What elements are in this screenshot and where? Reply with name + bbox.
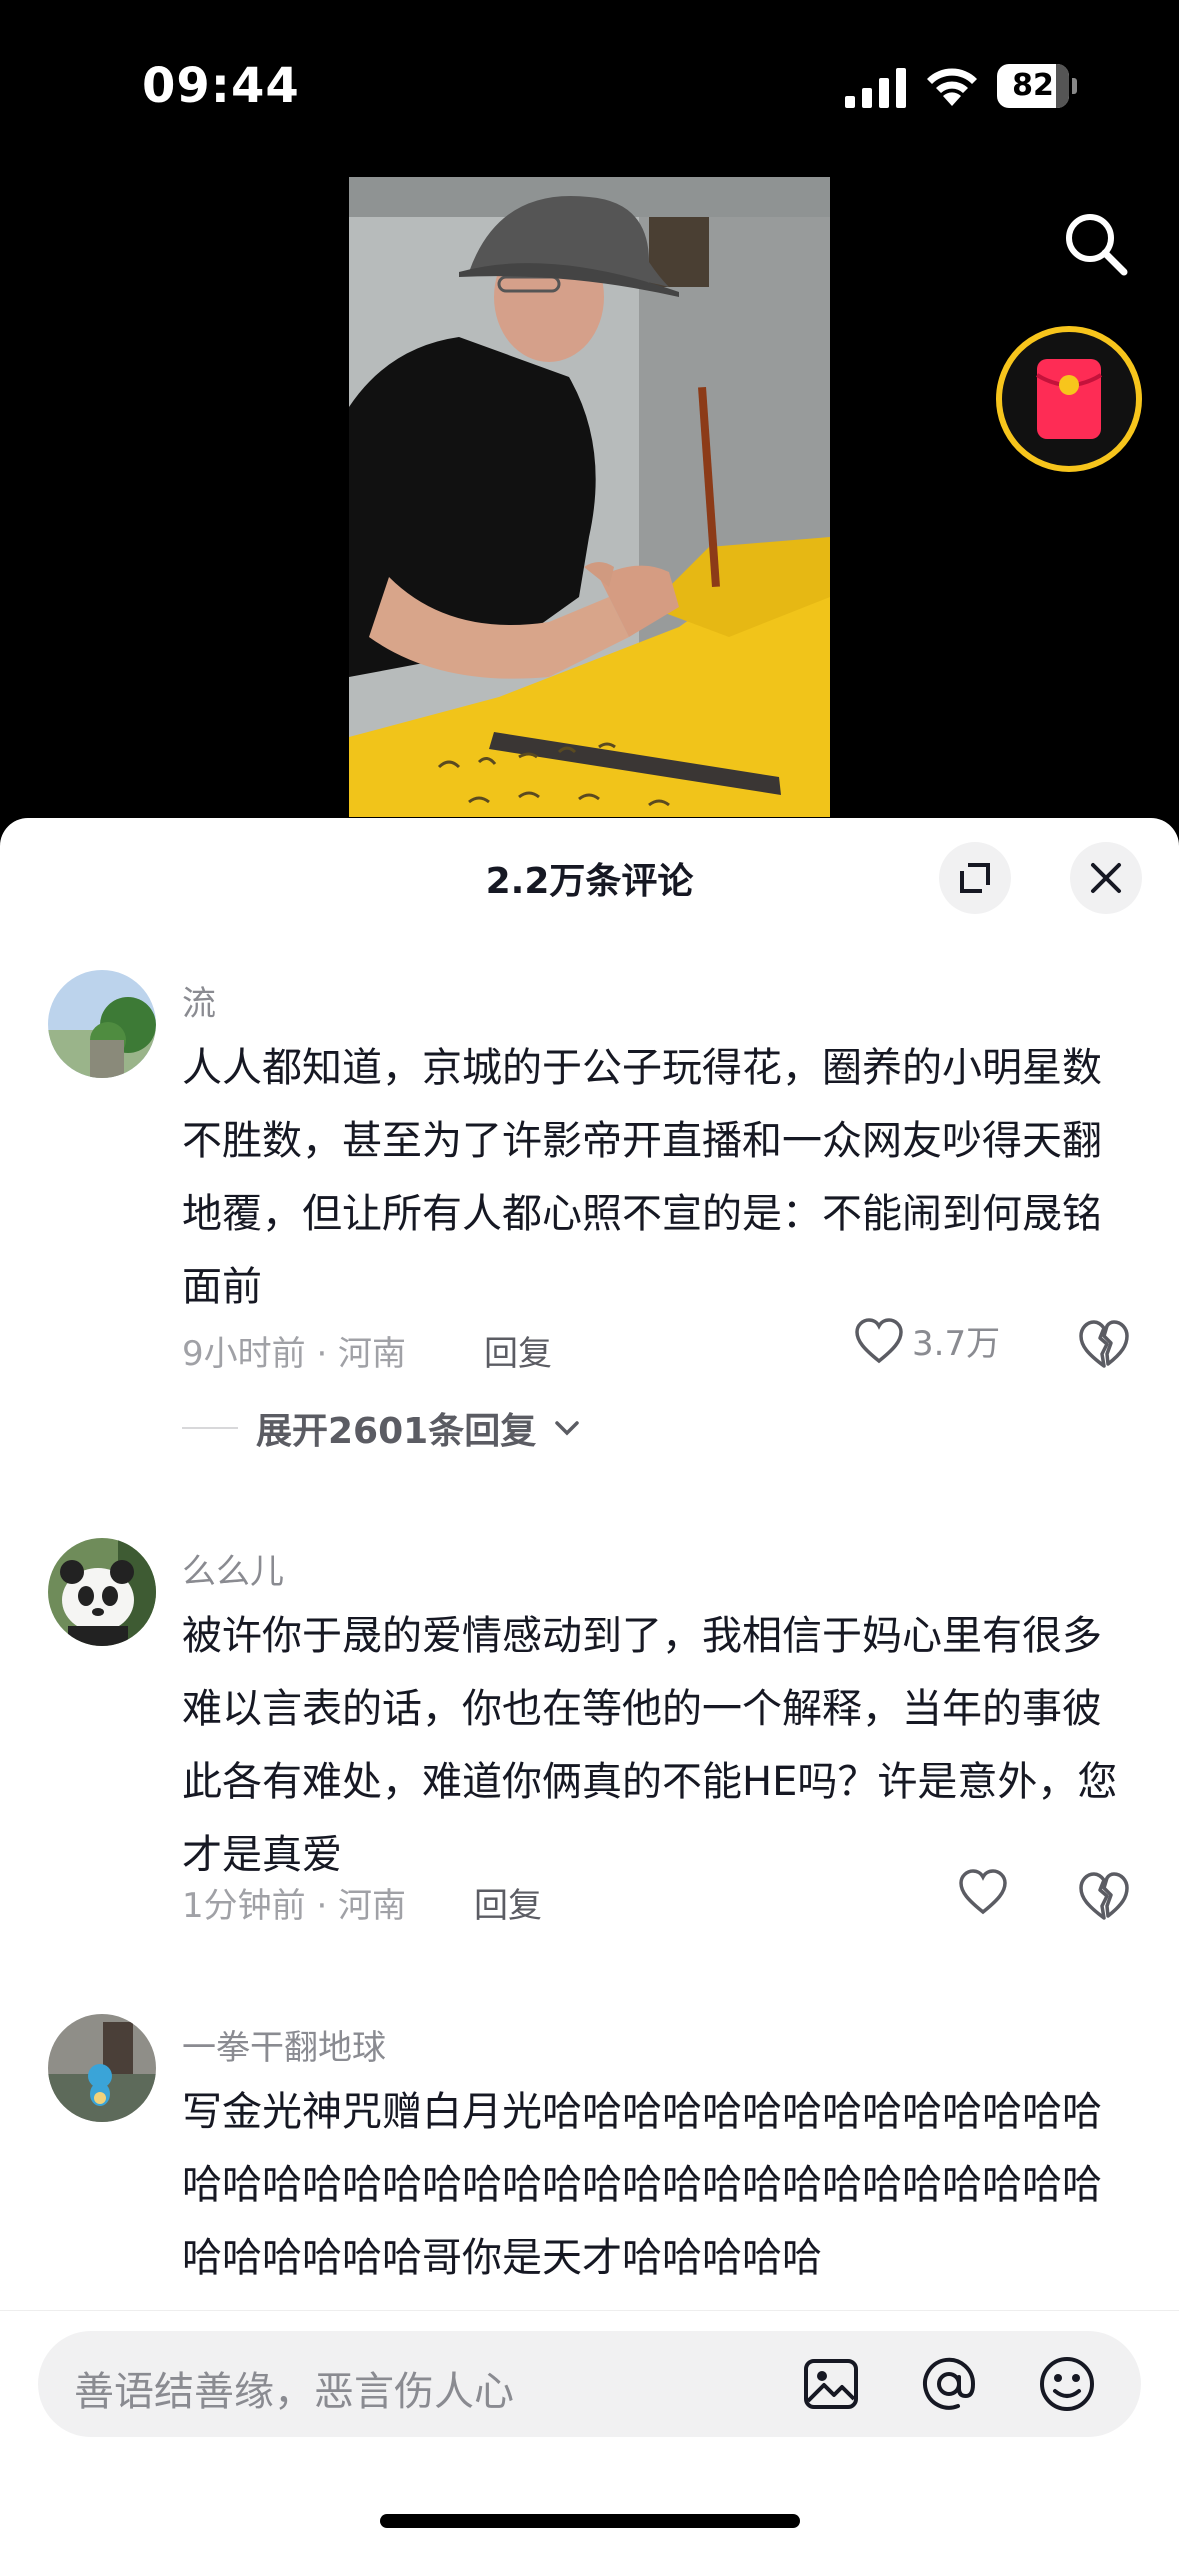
cellular-signal-icon xyxy=(845,68,906,108)
like-button[interactable]: 3.7万 xyxy=(854,1316,1000,1365)
expand-replies-label: 展开2601条回复 xyxy=(256,1411,537,1452)
fullscreen-button[interactable] xyxy=(939,842,1011,914)
comment-author[interactable]: 么么儿 xyxy=(182,1544,284,1593)
broken-heart-icon[interactable] xyxy=(1076,1868,1132,1924)
expand-icon xyxy=(960,863,990,893)
close-button[interactable] xyxy=(1070,842,1142,914)
avatar-image xyxy=(48,970,156,1078)
comment-text: 被许你于晟的爱情感动到了，我相信于妈心里有很多难以言表的话，你也在等他的一个解释… xyxy=(182,1613,1118,1878)
video-image xyxy=(349,177,830,817)
heart-icon xyxy=(959,1869,1007,1915)
avatar-image xyxy=(48,2014,156,2122)
reply-button[interactable]: 回复 xyxy=(484,1326,552,1375)
comment-author[interactable]: 一拳干翻地球 xyxy=(182,2020,386,2069)
heart-icon xyxy=(855,1317,903,1363)
comment-author[interactable]: 流 xyxy=(182,976,216,1025)
comment-text: 人人都知道，京城的于公子玩得花，圈养的小明星数不胜数，甚至为了许影帝开直播和一众… xyxy=(182,1045,1102,1310)
comment-input-placeholder: 善语结善缘，恶言伤人心 xyxy=(74,2369,514,2415)
comments-panel: 2.2万条评论 流 人人都知道，京城的于公子玩得花，圈养的小明星数不胜数，甚至为… xyxy=(0,818,1179,2556)
expand-replies-button[interactable]: 展开2601条回复 xyxy=(182,1402,580,1454)
like-count: 3.7万 xyxy=(912,1324,1001,1364)
like-button[interactable] xyxy=(958,1868,1008,1916)
home-indicator[interactable] xyxy=(380,2514,800,2528)
comment-meta: 1分钟前 · 河南 xyxy=(182,1886,407,1926)
comment-input[interactable]: 善语结善缘，恶言伤人心 xyxy=(38,2331,1141,2437)
wifi-icon xyxy=(927,68,977,106)
reply-button[interactable]: 回复 xyxy=(474,1878,542,1927)
comment-text: 写金光神咒赠白月光哈哈哈哈哈哈哈哈哈哈哈哈哈哈哈哈哈哈哈哈哈哈哈哈哈哈哈哈哈哈哈… xyxy=(182,2089,1102,2281)
battery-percent: 82 xyxy=(1012,68,1054,103)
mention-icon[interactable] xyxy=(918,2353,980,2415)
broken-heart-icon[interactable] xyxy=(1076,1316,1132,1372)
divider xyxy=(182,1427,238,1429)
avatar-image xyxy=(48,1538,156,1646)
search-icon[interactable] xyxy=(1060,208,1132,280)
comment-meta: 9小时前 · 河南 xyxy=(182,1334,407,1374)
image-icon[interactable] xyxy=(800,2353,862,2415)
status-time: 09:44 xyxy=(142,58,300,114)
battery-icon: 82 xyxy=(997,64,1077,108)
video-frame[interactable] xyxy=(349,177,830,817)
avatar[interactable] xyxy=(48,970,156,1078)
red-packet-icon[interactable] xyxy=(993,323,1145,475)
avatar[interactable] xyxy=(48,1538,156,1646)
emoji-icon[interactable] xyxy=(1036,2353,1098,2415)
avatar[interactable] xyxy=(48,2014,156,2122)
close-icon xyxy=(1091,863,1121,893)
chevron-down-icon xyxy=(555,1421,579,1436)
